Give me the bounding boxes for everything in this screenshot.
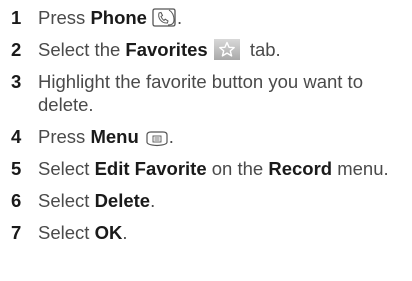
step-text: .: [122, 222, 128, 243]
step-keyword: Menu: [90, 126, 139, 147]
step-number: 4: [11, 126, 22, 147]
step-1: 1 Press Phone.: [11, 6, 406, 29]
step-text: Select: [38, 158, 95, 179]
step-number: 3: [11, 71, 22, 92]
step-keyword: Delete: [94, 190, 151, 211]
step-4: 4 Press Menu.: [11, 125, 406, 148]
step-text: Press: [38, 7, 91, 28]
step-text: Highlight the favorite button you want t…: [38, 71, 363, 115]
phone-key-icon: [151, 7, 177, 27]
step-6: 6 Select Delete.: [11, 189, 406, 212]
step-keyword: Edit Favorite: [94, 158, 207, 179]
menu-key-icon: [145, 129, 169, 146]
step-text: tab.: [244, 39, 281, 60]
step-7: 7 Select OK.: [11, 221, 406, 244]
step-2: 2 Select the Favorites tab.: [11, 38, 406, 61]
step-text: on the: [206, 158, 269, 179]
step-number: 7: [11, 222, 22, 243]
step-keyword: Phone: [90, 7, 147, 28]
step-text: .: [176, 7, 183, 28]
step-number: 6: [11, 190, 22, 211]
step-text: menu.: [332, 158, 389, 179]
step-3: 3 Highlight the favorite button you want…: [11, 70, 406, 116]
step-text: Press: [38, 126, 91, 147]
step-number: 1: [11, 7, 22, 28]
favorites-star-icon: [213, 38, 240, 60]
step-number: 5: [11, 158, 22, 179]
step-text: Select: [38, 222, 95, 243]
step-text: .: [168, 126, 174, 147]
step-text: Select: [38, 190, 95, 211]
step-keyword: OK: [94, 222, 123, 243]
step-keyword: Favorites: [125, 39, 208, 60]
step-number: 2: [11, 39, 22, 60]
instruction-steps: 1 Press Phone. 2 Select the Favorites ta…: [11, 6, 406, 253]
step-text: Select the: [38, 39, 126, 60]
step-5: 5 Select Edit Favorite on the Record men…: [11, 157, 406, 180]
step-keyword: Record: [268, 158, 333, 179]
step-text: .: [150, 190, 156, 211]
